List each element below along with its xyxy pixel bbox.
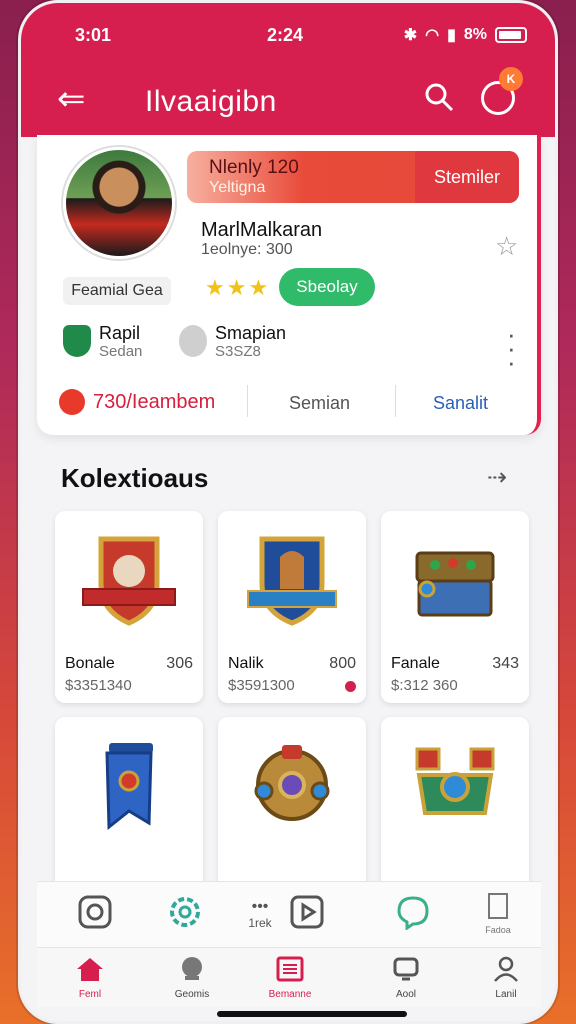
toolbar-row: ••• 1rek Fadoa [37, 881, 541, 947]
battery-percent: 8% [463, 26, 487, 43]
home-indicator[interactable] [217, 1011, 407, 1017]
list-icon [276, 956, 304, 982]
profile-card: Nlenly 120 Yeltigna Stemiler MarlMalkara… [37, 135, 541, 435]
status-time-center: 2:24 [267, 25, 304, 45]
nav-home-label: Feml [78, 989, 102, 1000]
promo-banner[interactable]: Nlenly 120 Yeltigna Stemiler [187, 151, 519, 203]
see-all-arrow-icon[interactable]: ⇢ [487, 463, 507, 492]
crest-banner-icon [82, 536, 176, 626]
notification-badge: K [499, 67, 523, 91]
promo-title: Nlenly 120 [209, 157, 299, 178]
collection-card[interactable]: Fanale 343 $:312 360 [381, 511, 529, 703]
collection-count: 306 [166, 655, 193, 672]
tag-label: Fadoa [485, 925, 511, 935]
collection-name: Fanale [391, 655, 440, 672]
collection-price: $:312 360 [391, 677, 458, 694]
stat-secondary[interactable]: Semian [289, 393, 350, 414]
status-icons: ✱ ◠ ▮ 8% [404, 25, 527, 45]
play-icon[interactable] [289, 894, 325, 935]
more-options-icon[interactable]: · · · [507, 321, 516, 375]
divider [247, 385, 248, 417]
collection-price: $3591300 [228, 677, 295, 694]
nav-collections-label: Bemanne [268, 989, 312, 1000]
collection-name: Nalik [228, 655, 264, 672]
action-button[interactable]: Sbeolay [279, 268, 375, 306]
profile-subtitle: 1eolnye: 300 [201, 241, 293, 258]
page-title: Ilvaaigibn [145, 85, 277, 118]
more-icon[interactable]: ••• 1rek [235, 899, 285, 931]
nav-games[interactable]: Geomis [157, 956, 227, 1000]
collection-count: 343 [492, 655, 519, 672]
collection-price: $3351340 [65, 677, 132, 694]
user-icon [494, 956, 518, 982]
nav-games-label: Geomis [174, 989, 210, 1000]
profile-name: MarlMalkaran [201, 219, 323, 241]
collection-card[interactable]: Nalik 800 $3591300 [218, 511, 366, 703]
bluetooth-icon: ✱ [403, 27, 418, 44]
battery-icon [495, 27, 527, 43]
status-time-left: 3:01 [75, 25, 112, 45]
blue-banner-icon [105, 743, 153, 831]
more-label: 1rek [248, 916, 272, 930]
team-one-name: Rapil [99, 323, 141, 343]
nav-tv-label: Aool [395, 989, 416, 1000]
team-two-sub: S3SZ8 [215, 343, 261, 360]
avatar[interactable] [63, 147, 175, 259]
stats-row: 730/Ieambem Semian Sanalit [53, 385, 523, 425]
favorite-star-icon[interactable]: ☆ [495, 231, 518, 262]
collection-card[interactable]: Bonale 306 $3351340 [55, 511, 203, 703]
promo-button[interactable]: Stemiler [415, 151, 519, 203]
signal-icon: ▮ [447, 27, 456, 44]
collection-name: Bonale [65, 655, 115, 672]
header-bar: 3:01 2:24 ✱ ◠ ▮ 8% ⇐ Ilvaaigibn K [21, 3, 555, 137]
globe-icon [182, 957, 202, 980]
nav-tv[interactable]: Aool [371, 956, 441, 1000]
team-crest-icon [63, 325, 91, 357]
back-menu-icon[interactable]: ⇐ [57, 79, 86, 119]
nav-profile[interactable]: Lanil [471, 956, 541, 1000]
divider [395, 385, 396, 417]
wifi-icon: ◠ [425, 27, 440, 44]
tag-icon[interactable]: Fadoa [485, 892, 511, 935]
collection-count: 800 [329, 655, 356, 672]
gear-icon[interactable] [167, 894, 203, 935]
gold-shield-icon [254, 745, 330, 821]
phone-screen: 3:01 2:24 ✱ ◠ ▮ 8% ⇐ Ilvaaigibn K Nlenly… [18, 0, 558, 1024]
profile-tag: Feamial Gea [63, 277, 171, 305]
nav-profile-label: Lanil [495, 989, 517, 1000]
promo-subtitle: Yeltigna [209, 179, 266, 196]
app-bar: ⇐ Ilvaaigibn K [21, 67, 555, 129]
rating-stars: ★★★ [205, 275, 271, 300]
chest-icon [415, 551, 495, 617]
camera-icon[interactable] [77, 894, 113, 935]
chat-icon[interactable] [395, 894, 431, 935]
team-two-name: Smapian [215, 323, 287, 343]
coin-icon [59, 389, 85, 415]
status-bar: 3:01 2:24 ✱ ◠ ▮ 8% [21, 23, 555, 51]
nav-collections[interactable]: Bemanne [255, 956, 325, 1000]
crest-dog-icon [247, 536, 337, 626]
bottom-nav: Feml Geomis Bemanne Aool Lanil [37, 947, 541, 1007]
team-one-sub: Sedan [99, 343, 143, 360]
home-icon [77, 958, 103, 981]
league-badge-icon [179, 325, 207, 357]
search-icon[interactable] [423, 81, 455, 113]
tv-icon [393, 957, 419, 981]
new-indicator-dot [345, 681, 356, 692]
nav-home[interactable]: Feml [55, 956, 125, 1000]
section-title: Kolextioaus [61, 463, 209, 493]
stat-primary[interactable]: 730/Ieambem [93, 391, 215, 414]
stat-tertiary[interactable]: Sanalit [433, 393, 488, 414]
crown-gem-icon [415, 747, 495, 815]
